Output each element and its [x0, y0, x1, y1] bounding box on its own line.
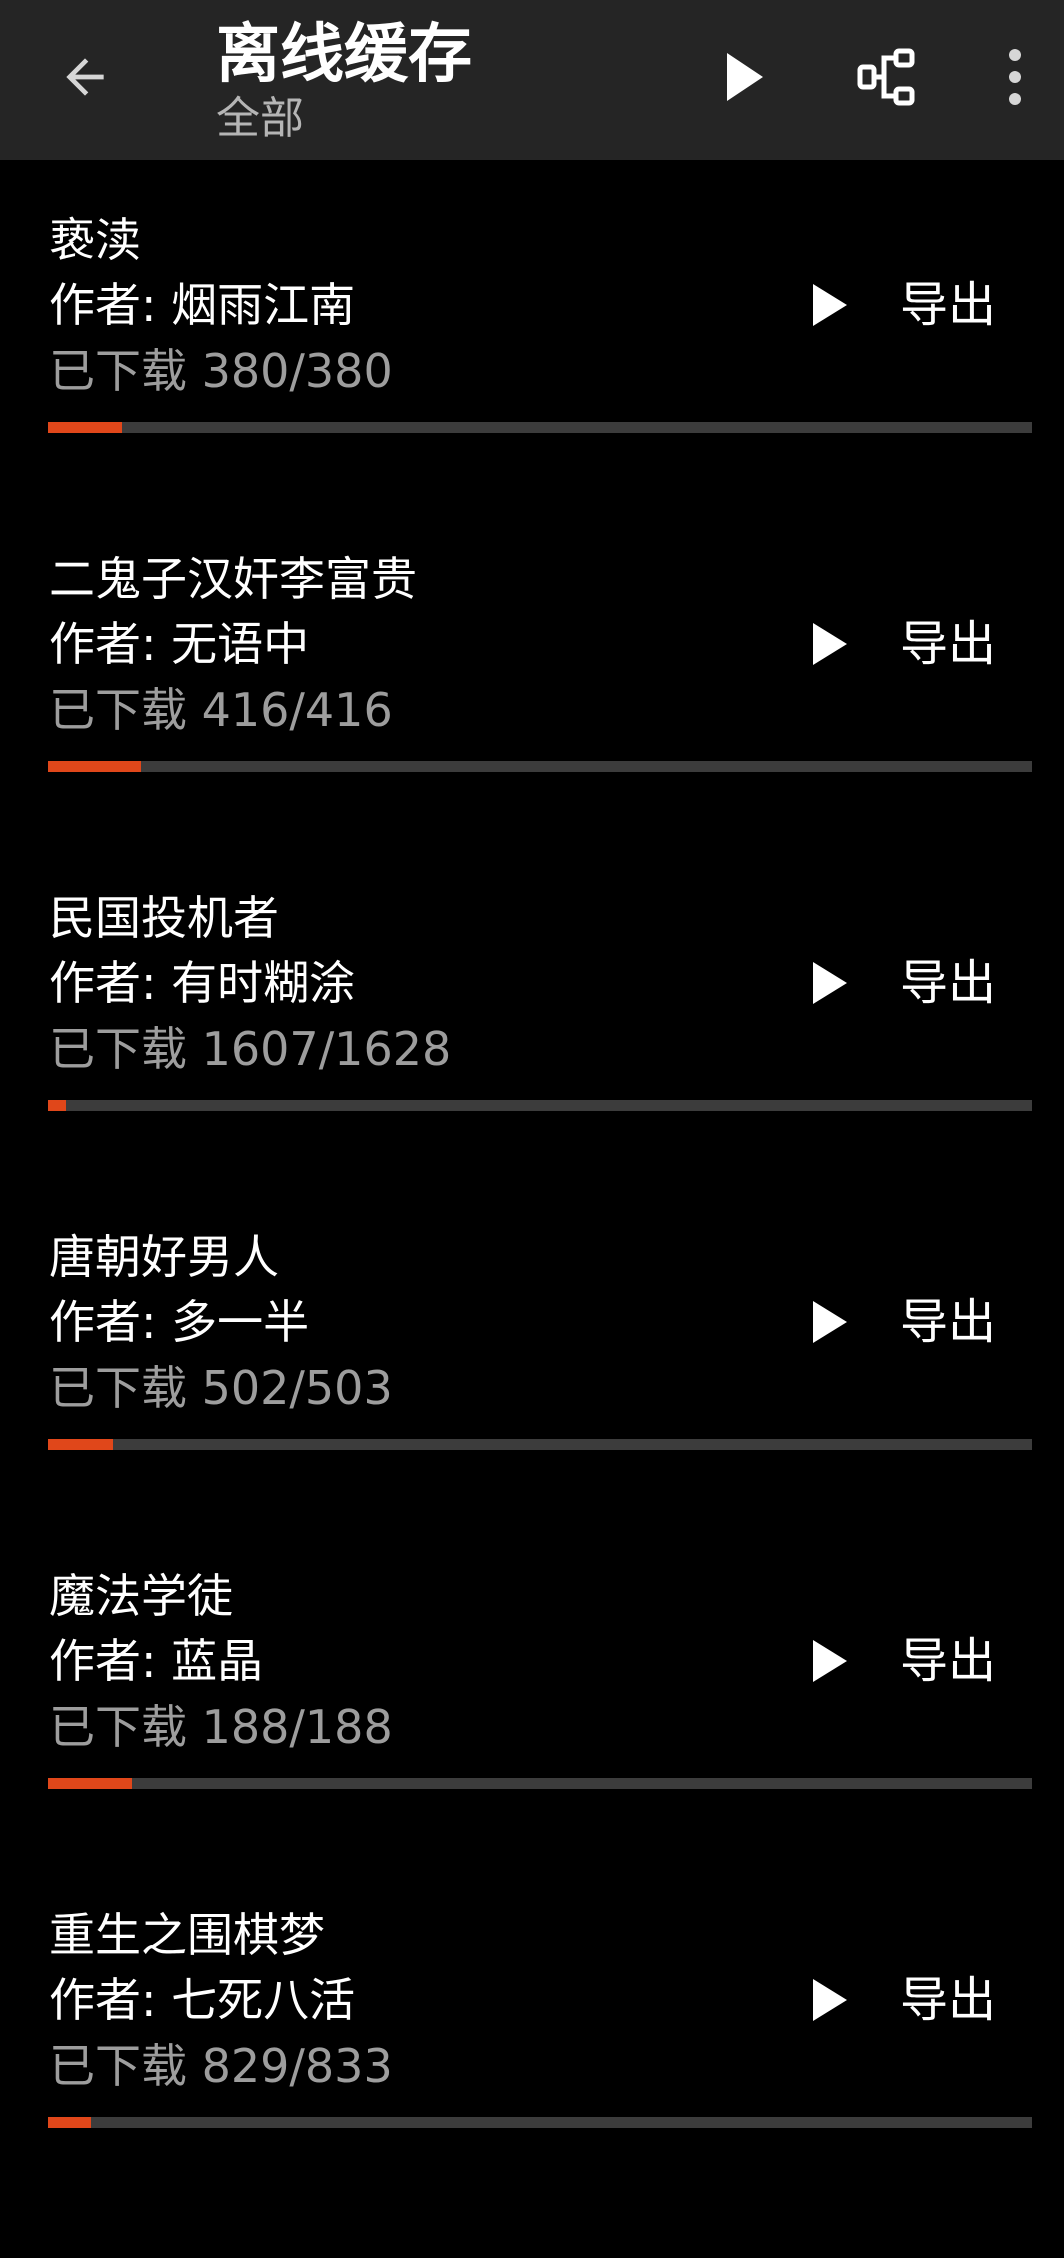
progress-bar — [48, 1778, 1032, 1789]
list-item[interactable]: 重生之围棋梦 作者: 七死八活 已下载 829/833 导出 — [0, 1855, 1064, 2194]
book-author: 作者: 七死八活 — [49, 1973, 356, 2027]
play-icon — [813, 1301, 847, 1343]
play-icon — [813, 1640, 847, 1682]
title-block: 离线缓存 全部 — [216, 10, 472, 144]
book-author: 作者: 烟雨江南 — [49, 278, 356, 332]
play-icon — [813, 284, 847, 326]
list-item[interactable]: 民国投机者 作者: 有时糊涂 已下载 1607/1628 导出 — [0, 838, 1064, 1177]
progress-fill — [48, 761, 142, 772]
back-button[interactable] — [40, 32, 130, 122]
export-button[interactable]: 导出 — [900, 1292, 996, 1352]
export-button[interactable]: 导出 — [900, 614, 996, 674]
book-author: 作者: 多一半 — [49, 1295, 310, 1349]
download-count: 已下载 502/503 — [49, 1361, 393, 1415]
download-list: 亵渎 作者: 烟雨江南 已下载 380/380 导出 二鬼子汉奸李富贵 作者: … — [0, 160, 1064, 2194]
progress-bar — [48, 1439, 1032, 1450]
more-options-button[interactable] — [970, 32, 1060, 122]
list-item[interactable]: 二鬼子汉奸李富贵 作者: 无语中 已下载 416/416 导出 — [0, 499, 1064, 838]
play-button[interactable] — [795, 270, 865, 340]
download-count: 已下载 829/833 — [49, 2039, 393, 2093]
book-title: 魔法学徒 — [49, 1569, 233, 1623]
progress-bar — [48, 761, 1032, 772]
book-title: 重生之围棋梦 — [49, 1908, 325, 1962]
list-item[interactable]: 唐朝好男人 作者: 多一半 已下载 502/503 导出 — [0, 1177, 1064, 1516]
export-button[interactable]: 导出 — [900, 1631, 996, 1691]
play-icon — [813, 623, 847, 665]
download-count: 已下载 416/416 — [49, 683, 393, 737]
book-author: 作者: 无语中 — [49, 617, 310, 671]
list-item[interactable]: 亵渎 作者: 烟雨江南 已下载 380/380 导出 — [0, 160, 1064, 499]
page-title: 离线缓存 — [216, 18, 472, 92]
progress-bar — [48, 1100, 1032, 1111]
export-button[interactable]: 导出 — [900, 1970, 996, 2030]
book-title: 二鬼子汉奸李富贵 — [49, 552, 417, 606]
book-title: 唐朝好男人 — [49, 1230, 279, 1284]
progress-fill — [48, 1439, 113, 1450]
play-icon — [813, 1979, 847, 2021]
download-count: 已下载 188/188 — [49, 1700, 393, 1754]
book-title: 亵渎 — [49, 213, 141, 267]
progress-fill — [48, 1778, 132, 1789]
book-author: 作者: 有时糊涂 — [49, 956, 356, 1010]
play-icon — [813, 962, 847, 1004]
export-button[interactable]: 导出 — [900, 953, 996, 1013]
play-icon — [727, 53, 763, 101]
play-button[interactable] — [795, 1287, 865, 1357]
play-button[interactable] — [795, 609, 865, 679]
export-button[interactable]: 导出 — [900, 275, 996, 335]
more-vert-icon — [1009, 49, 1021, 105]
book-author: 作者: 蓝晶 — [49, 1634, 264, 1688]
play-button[interactable] — [795, 948, 865, 1018]
progress-fill — [48, 422, 122, 433]
book-title: 民国投机者 — [49, 891, 279, 945]
hierarchy-icon — [857, 48, 915, 106]
hierarchy-button[interactable] — [843, 32, 933, 122]
list-item[interactable]: 魔法学徒 作者: 蓝晶 已下载 188/188 导出 — [0, 1516, 1064, 1855]
play-button[interactable] — [795, 1626, 865, 1696]
app-bar: 离线缓存 全部 — [0, 0, 1064, 160]
play-button[interactable] — [795, 1965, 865, 2035]
page-subtitle: 全部 — [216, 93, 304, 144]
download-count: 已下载 1607/1628 — [49, 1022, 452, 1076]
play-all-button[interactable] — [700, 32, 790, 122]
progress-fill — [48, 2117, 92, 2128]
arrow-left-icon — [66, 58, 104, 96]
download-count: 已下载 380/380 — [49, 344, 393, 398]
progress-bar — [48, 422, 1032, 433]
progress-bar — [48, 2117, 1032, 2128]
progress-fill — [48, 1100, 66, 1111]
